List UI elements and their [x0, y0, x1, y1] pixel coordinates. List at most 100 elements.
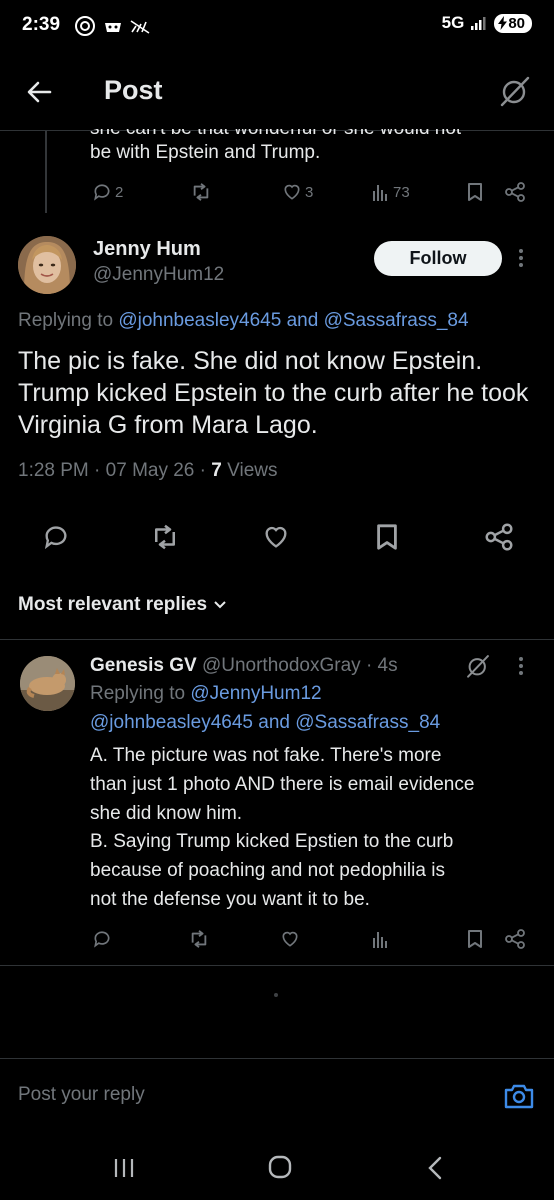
reply-like-button[interactable]: [280, 929, 300, 949]
prior-bookmark-button[interactable]: [466, 182, 484, 202]
more-vertical-icon: [519, 249, 523, 267]
share-icon: [505, 182, 525, 202]
home-button[interactable]: [267, 1154, 293, 1180]
reply-header: Genesis GV @UnorthodoxGray · 4s: [90, 655, 398, 676]
prior-repost-button[interactable]: [190, 182, 212, 202]
recents-button[interactable]: [112, 1156, 136, 1180]
more-options-button[interactable]: [518, 248, 524, 268]
reply-views-button[interactable]: [372, 929, 390, 949]
views-icon: [373, 185, 387, 201]
reply-body-line: than just 1 photo AND there is email evi…: [90, 773, 475, 795]
repost-icon: [191, 930, 207, 948]
reply-body: A. The picture was not fake. There's mor…: [90, 742, 545, 915]
reply-body-line: because of poaching and not pedophilia i…: [90, 860, 445, 882]
replying-prefix: Replying to: [18, 310, 114, 331]
battery-level: 80: [508, 14, 525, 32]
reply-divider: [0, 965, 554, 966]
post-meta: 1:28 PM · 07 May 26 · 7 Views: [18, 460, 278, 481]
reply-icon: [44, 526, 67, 550]
reply-author-handle[interactable]: @UnorthodoxGray: [202, 655, 361, 676]
section-divider: [0, 639, 554, 640]
prior-post-text-cut: she can't be that wonderful or she would…: [90, 118, 462, 139]
prior-like-button[interactable]: 3: [282, 182, 313, 202]
like-button[interactable]: [262, 523, 292, 553]
loading-indicator: [274, 993, 278, 997]
page-title: Post: [104, 75, 163, 105]
author-avatar[interactable]: [18, 236, 76, 294]
replying-user-link[interactable]: @Sassafrass_84: [324, 310, 469, 331]
reply-time[interactable]: 4s: [378, 655, 398, 676]
views-label: Views: [227, 460, 278, 481]
bookmark-button[interactable]: [374, 523, 404, 553]
grok-icon: [467, 655, 489, 678]
author-name[interactable]: Jenny Hum: [93, 238, 201, 261]
prior-views-button[interactable]: 73: [372, 182, 410, 202]
camera-button[interactable]: [503, 1080, 535, 1112]
share-button[interactable]: [484, 523, 514, 553]
status-right: 5G 80: [442, 13, 532, 33]
battery-indicator: 80: [494, 13, 532, 33]
bookmark-icon: [468, 930, 482, 948]
thread-line: [45, 131, 47, 213]
replying-and: and: [286, 310, 319, 331]
repost-icon: [193, 183, 209, 201]
reply-icon: [94, 184, 110, 201]
bookmark-icon: [377, 524, 397, 550]
reply-author-avatar[interactable]: [20, 656, 75, 711]
share-icon: [505, 929, 525, 949]
chevron-left-icon: [428, 1156, 442, 1180]
like-count: 3: [305, 183, 314, 201]
reply-repost-button[interactable]: [188, 929, 210, 949]
home-circle-icon: [268, 1155, 292, 1179]
back-button[interactable]: [24, 76, 56, 108]
heart-icon: [282, 931, 298, 947]
reply-icon: [94, 931, 110, 948]
reply-button[interactable]: [42, 523, 72, 553]
replying-and: and: [258, 712, 290, 733]
prior-post-text: be with Epstein and Trump.: [90, 142, 321, 163]
system-back-button[interactable]: [425, 1155, 445, 1181]
replying-user-link[interactable]: @Sassafrass_84: [295, 712, 440, 733]
views-icon: [373, 932, 387, 948]
follow-button[interactable]: Follow: [374, 241, 502, 276]
arrow-left-icon: [27, 81, 52, 103]
author-handle[interactable]: @JennyHum12: [93, 264, 224, 286]
reply-more-options-button[interactable]: [518, 656, 524, 676]
game-notification-icon: [105, 23, 121, 32]
reply-replying-to-line-2: @johnbeasley4645 and @Sassafrass_84: [90, 712, 440, 734]
reply-grok-button[interactable]: [465, 653, 491, 679]
replying-user-link[interactable]: @JennyHum12: [190, 683, 321, 704]
reply-author-name[interactable]: Genesis GV: [90, 655, 197, 676]
reply-share-button[interactable]: [504, 929, 526, 949]
prior-share-button[interactable]: [504, 182, 526, 202]
network-type: 5G: [441, 13, 465, 32]
bookmark-icon: [468, 183, 482, 201]
recents-icon: [114, 1159, 134, 1177]
grok-button[interactable]: [498, 74, 532, 108]
reply-body-line: not the defense you want it to be.: [90, 888, 370, 910]
post-date[interactable]: 07 May 26: [106, 460, 195, 481]
post-body: The pic is fake. She did not know Epstei…: [18, 347, 529, 439]
prior-reply-button[interactable]: 2: [92, 182, 123, 202]
no-signal-icon: [130, 20, 150, 34]
repost-button[interactable]: [150, 523, 180, 553]
reply-input[interactable]: Post your reply: [18, 1084, 145, 1106]
post-time[interactable]: 1:28 PM: [18, 460, 89, 481]
reply-replying-to-line: Replying to @JennyHum12: [90, 683, 322, 705]
reply-body-line: she did know him.: [90, 802, 243, 824]
signal-strength-icon: [471, 17, 486, 30]
more-vertical-icon: [519, 657, 523, 675]
grok-icon: [500, 76, 530, 107]
share-icon: [485, 523, 513, 551]
heart-icon: [284, 184, 300, 200]
threads-notification-icon: [75, 16, 95, 36]
reply-reply-button[interactable]: [92, 929, 112, 949]
reply-count: 2: [115, 183, 124, 201]
replies-sort-dropdown[interactable]: Most relevant replies: [18, 594, 227, 616]
reply-body-line: A. The picture was not fake. There's mor…: [90, 745, 442, 766]
replying-user-link[interactable]: @johnbeasley4645: [90, 712, 253, 733]
replying-user-link[interactable]: @johnbeasley4645: [118, 310, 281, 331]
reply-bookmark-button[interactable]: [466, 929, 484, 949]
status-time: 2:39: [22, 14, 61, 35]
heart-icon: [265, 526, 287, 548]
